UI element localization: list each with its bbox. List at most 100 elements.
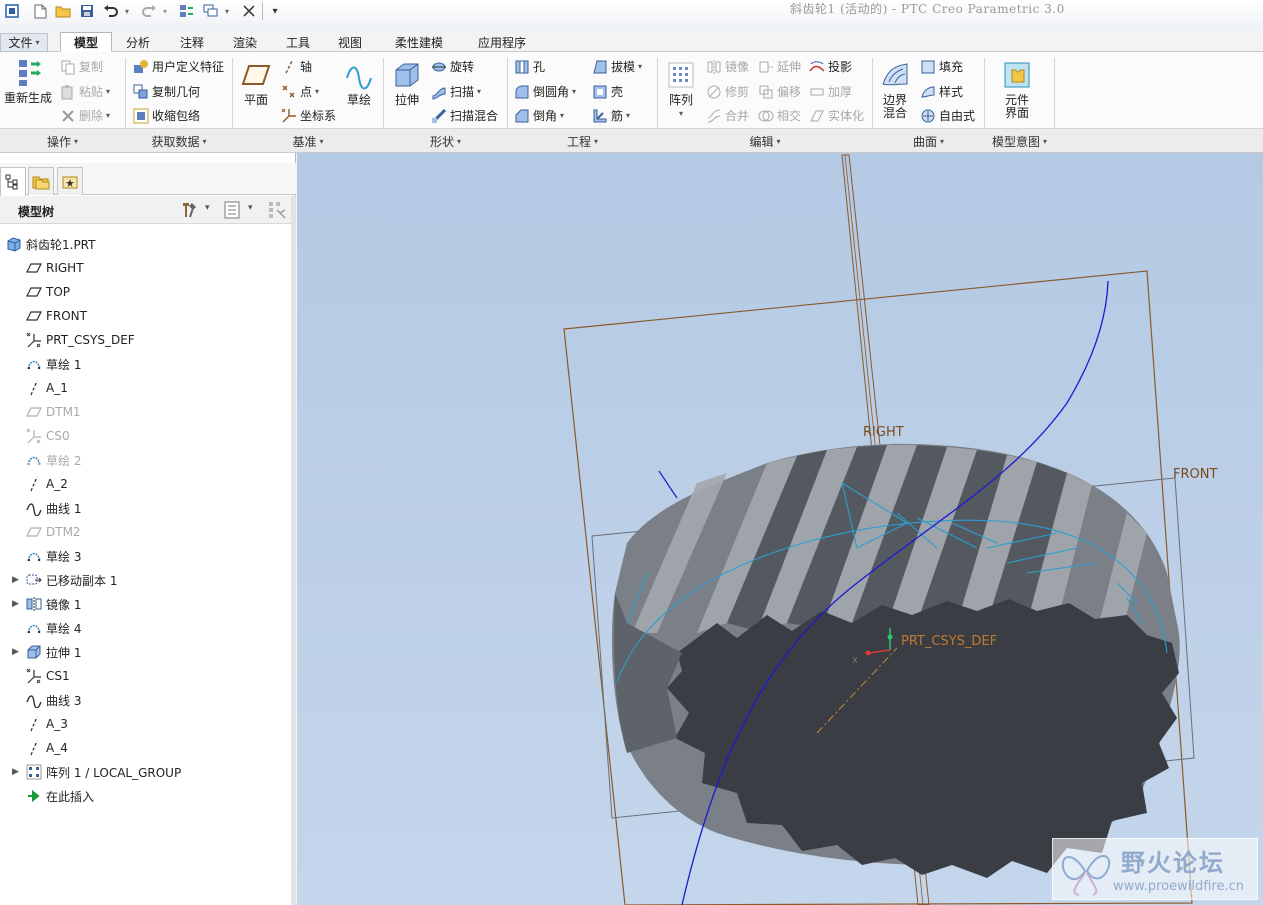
- tree-columns-dropdown-icon[interactable]: ▾: [248, 203, 253, 213]
- csys-button[interactable]: 坐标系: [281, 107, 336, 124]
- tab-view[interactable]: 视图: [326, 33, 374, 52]
- tree-item[interactable]: 在此插入: [0, 785, 294, 807]
- tree-item[interactable]: PRT_CSYS_DEF: [0, 329, 294, 351]
- tree-item[interactable]: A_3: [0, 713, 294, 735]
- expand-arrow-icon[interactable]: ▶: [12, 599, 22, 609]
- shrinkwrap-button[interactable]: 收缩包络: [133, 107, 200, 124]
- folder-browser-tab[interactable]: [28, 167, 54, 195]
- tree-item[interactable]: 草绘 2: [0, 449, 294, 471]
- tab-annotate[interactable]: 注释: [168, 33, 216, 52]
- graphics-window[interactable]: x RIGHT FRONT PRT_CSYS_DEF: [297, 153, 1263, 905]
- offset-button[interactable]: 偏移: [758, 83, 801, 100]
- trim-button[interactable]: 修剪: [706, 83, 749, 100]
- group-editing-label[interactable]: 编辑 ▾: [658, 133, 872, 149]
- group-operations-label[interactable]: 操作 ▾: [0, 133, 125, 149]
- curve-segment[interactable]: [658, 470, 678, 499]
- tree-settings-dropdown-icon[interactable]: ▾: [205, 203, 210, 213]
- tree-item[interactable]: A_4: [0, 737, 294, 759]
- plane-button[interactable]: 平面: [238, 60, 274, 107]
- project-button[interactable]: 投影: [809, 58, 852, 75]
- fill-button[interactable]: 填充: [920, 58, 963, 75]
- tab-model[interactable]: 模型: [60, 32, 112, 52]
- mirror-button[interactable]: 镜像: [706, 58, 749, 75]
- tab-tools[interactable]: 工具: [274, 33, 322, 52]
- redo-dropdown-icon[interactable]: ▾: [160, 3, 170, 19]
- tree-item[interactable]: ▶ 阵列 1 / LOCAL_GROUP: [0, 761, 294, 783]
- regenerate-button[interactable]: 重新生成: [2, 58, 54, 105]
- freestyle-button[interactable]: 自由式: [920, 107, 975, 124]
- tree-item[interactable]: A_1: [0, 377, 294, 399]
- shell-button[interactable]: 壳: [592, 83, 623, 100]
- csys-label[interactable]: PRT_CSYS_DEF: [901, 634, 997, 649]
- redo-icon[interactable]: [140, 3, 158, 19]
- tree-item[interactable]: 草绘 1: [0, 353, 294, 375]
- copy-button[interactable]: 复制: [60, 58, 103, 75]
- delete-button[interactable]: 删除 ▾: [60, 107, 110, 124]
- expand-arrow-icon[interactable]: ▶: [12, 575, 22, 585]
- model-tree-tab[interactable]: [0, 167, 26, 196]
- merge-button[interactable]: 合并: [706, 107, 749, 124]
- windows-icon[interactable]: [202, 3, 220, 19]
- tree-item[interactable]: ▶ 拉伸 1: [0, 641, 294, 663]
- paste-button[interactable]: 粘贴 ▾: [60, 83, 110, 100]
- tree-item[interactable]: CS1: [0, 665, 294, 687]
- tree-columns-icon[interactable]: [224, 201, 240, 222]
- group-surfaces-label[interactable]: 曲面 ▾: [873, 133, 984, 149]
- solidify-button[interactable]: 实体化: [809, 107, 864, 124]
- copy-geometry-button[interactable]: 复制几何: [133, 83, 200, 100]
- tree-item[interactable]: ▶ 已移动副本 1: [0, 569, 294, 591]
- point-button[interactable]: 点 ▾: [281, 83, 319, 100]
- round-button[interactable]: 倒圆角 ▾: [514, 83, 576, 100]
- expand-arrow-icon[interactable]: ▶: [12, 767, 22, 777]
- tree-item[interactable]: 曲线 1: [0, 497, 294, 519]
- sketch-button[interactable]: 草绘: [342, 60, 376, 107]
- extrude-button[interactable]: 拉伸: [389, 60, 425, 107]
- tree-item[interactable]: ▶ 镜像 1: [0, 593, 294, 615]
- draft-button[interactable]: 拔模 ▾: [592, 58, 642, 75]
- boundary-blend-button[interactable]: 边界混合: [877, 60, 913, 120]
- extend-button[interactable]: 延伸: [758, 58, 801, 75]
- tree-item[interactable]: FRONT: [0, 305, 294, 327]
- save-icon[interactable]: [79, 3, 95, 19]
- tree-item[interactable]: A_2: [0, 473, 294, 495]
- hole-button[interactable]: 孔: [514, 58, 545, 75]
- group-get-data-label[interactable]: 获取数据 ▾: [126, 133, 232, 149]
- group-datum-label[interactable]: 基准 ▾: [233, 133, 383, 149]
- undo-icon[interactable]: [102, 3, 120, 19]
- tab-applications[interactable]: 应用程序: [463, 33, 541, 52]
- tree-item[interactable]: 草绘 3: [0, 545, 294, 567]
- tree-filter-icon[interactable]: [268, 201, 288, 222]
- windows-dropdown-icon[interactable]: ▾: [222, 3, 232, 19]
- new-file-icon[interactable]: [32, 3, 48, 19]
- sweep-button[interactable]: 扫描 ▾: [431, 83, 481, 100]
- tab-render[interactable]: 渲染: [221, 33, 269, 52]
- revolve-button[interactable]: 旋转: [431, 58, 474, 75]
- intersect-button[interactable]: 相交: [758, 107, 801, 124]
- tree-item[interactable]: DTM1: [0, 401, 294, 423]
- chamfer-button[interactable]: 倒角 ▾: [514, 107, 564, 124]
- tab-analysis[interactable]: 分析: [114, 33, 162, 52]
- tree-item[interactable]: CS0: [0, 425, 294, 447]
- style-button[interactable]: 样式: [920, 83, 963, 100]
- swept-blend-button[interactable]: 扫描混合: [431, 107, 498, 124]
- expand-arrow-icon[interactable]: ▶: [12, 647, 22, 657]
- tree-settings-icon[interactable]: [180, 201, 200, 222]
- tree-item[interactable]: TOP: [0, 281, 294, 303]
- component-interface-button[interactable]: 元件界面: [998, 60, 1036, 120]
- group-engineering-label[interactable]: 工程 ▾: [508, 133, 657, 149]
- group-model-intent-label[interactable]: 模型意图 ▾: [985, 133, 1054, 149]
- model-tree-scrollbar[interactable]: [291, 196, 296, 905]
- close-window-icon[interactable]: [240, 3, 258, 19]
- model-viewport-canvas[interactable]: x: [297, 153, 1263, 905]
- app-menu-icon[interactable]: [4, 3, 20, 19]
- tree-item[interactable]: 草绘 4: [0, 617, 294, 639]
- udf-button[interactable]: 用户定义特征: [133, 58, 224, 75]
- customize-toolbar-icon[interactable]: ▾: [268, 3, 282, 19]
- tree-item[interactable]: RIGHT: [0, 257, 294, 279]
- pattern-button[interactable]: 阵列 ▾: [663, 60, 699, 120]
- tree-item[interactable]: 曲线 3: [0, 689, 294, 711]
- tree-item[interactable]: 斜齿轮1.PRT: [0, 233, 294, 255]
- tab-flexible-modeling[interactable]: 柔性建模: [382, 33, 456, 52]
- axis-button[interactable]: 轴: [281, 58, 312, 75]
- rib-button[interactable]: 筋 ▾: [592, 107, 630, 124]
